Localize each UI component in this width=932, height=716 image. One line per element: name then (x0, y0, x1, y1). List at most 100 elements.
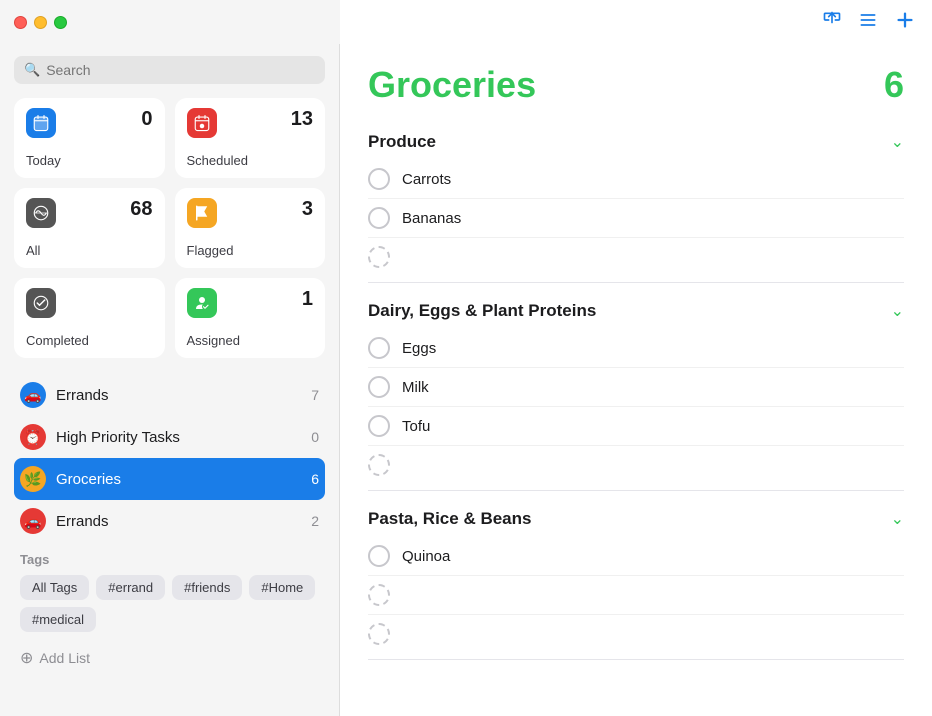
task-pasta-empty-1 (368, 576, 904, 615)
smart-card-assigned[interactable]: 1 Assigned (175, 278, 326, 358)
search-bar[interactable]: 🔍 (14, 56, 325, 84)
task-tofu: Tofu (368, 407, 904, 446)
task-produce-empty (368, 238, 904, 276)
task-tofu-checkbox[interactable] (368, 415, 390, 437)
group-dairy-header[interactable]: Dairy, Eggs & Plant Proteins ⌄ (368, 295, 904, 329)
smart-card-scheduled[interactable]: 13 Scheduled (175, 98, 326, 178)
group-produce: Produce ⌄ Carrots Bananas (368, 126, 904, 283)
tags-section: Tags All Tags #errand #friends #Home #me… (14, 552, 325, 632)
tag-home[interactable]: #Home (249, 575, 315, 600)
task-carrots-checkbox[interactable] (368, 168, 390, 190)
task-milk-checkbox[interactable] (368, 376, 390, 398)
pasta-chevron-icon: ⌄ (891, 509, 904, 529)
minimize-button[interactable] (34, 16, 47, 29)
traffic-lights (14, 16, 67, 29)
lines-icon[interactable] (858, 10, 878, 35)
lists-section: 🚗 Errands 7 ⏰ High Priority Tasks 0 🌿 Gr… (14, 374, 325, 542)
group-pasta: Pasta, Rice & Beans ⌄ Quinoa (368, 503, 904, 660)
today-icon (26, 108, 56, 138)
search-input[interactable] (46, 62, 315, 78)
produce-chevron-icon: ⌄ (891, 132, 904, 152)
groceries-label: Groceries (56, 471, 301, 488)
scheduled-label: Scheduled (187, 153, 314, 168)
add-list-label: Add List (39, 650, 90, 666)
smart-card-flagged[interactable]: 3 Flagged (175, 188, 326, 268)
errands-1-icon: 🚗 (20, 382, 46, 408)
task-pasta-empty-2-checkbox[interactable] (368, 623, 390, 645)
tags-title: Tags (14, 552, 325, 567)
smart-card-completed[interactable]: Completed (14, 278, 165, 358)
task-bananas-label: Bananas (402, 210, 461, 227)
add-list-button[interactable]: ⊕ Add List (14, 638, 325, 678)
tag-all-tags[interactable]: All Tags (20, 575, 89, 600)
task-quinoa: Quinoa (368, 537, 904, 576)
groceries-icon: 🌿 (20, 466, 46, 492)
flagged-count: 3 (302, 198, 313, 221)
tag-friends[interactable]: #friends (172, 575, 242, 600)
list-total-count: 6 (884, 64, 904, 106)
task-dairy-empty-checkbox[interactable] (368, 454, 390, 476)
search-icon: 🔍 (24, 62, 40, 78)
errands-1-label: Errands (56, 387, 301, 404)
completed-icon (26, 288, 56, 318)
errands-2-count: 2 (311, 513, 319, 529)
high-priority-count: 0 (311, 429, 319, 445)
close-button[interactable] (14, 16, 27, 29)
sidebar-item-groceries[interactable]: 🌿 Groceries 6 (14, 458, 325, 500)
task-carrots-label: Carrots (402, 171, 451, 188)
task-quinoa-label: Quinoa (402, 548, 450, 565)
group-dairy-title: Dairy, Eggs & Plant Proteins (368, 301, 596, 321)
today-count: 0 (141, 108, 152, 131)
task-eggs: Eggs (368, 329, 904, 368)
sidebar-item-high-priority[interactable]: ⏰ High Priority Tasks 0 (14, 416, 325, 458)
dairy-chevron-icon: ⌄ (891, 301, 904, 321)
maximize-button[interactable] (54, 16, 67, 29)
task-pasta-empty-1-checkbox[interactable] (368, 584, 390, 606)
scheduled-icon (187, 108, 217, 138)
flagged-label: Flagged (187, 243, 314, 258)
high-priority-label: High Priority Tasks (56, 429, 301, 446)
all-label: All (26, 243, 153, 258)
sidebar-item-errands-1[interactable]: 🚗 Errands 7 (14, 374, 325, 416)
share-icon[interactable] (822, 10, 842, 35)
task-dairy-empty (368, 446, 904, 484)
errands-2-icon: 🚗 (20, 508, 46, 534)
smart-grid: 0 Today 13 (14, 98, 325, 358)
main-toolbar (340, 0, 932, 44)
errands-1-count: 7 (311, 387, 319, 403)
list-title: Groceries (368, 64, 536, 106)
task-milk-label: Milk (402, 379, 429, 396)
tags-grid: All Tags #errand #friends #Home #medical (14, 575, 325, 632)
tag-medical[interactable]: #medical (20, 607, 96, 632)
tag-errand[interactable]: #errand (96, 575, 165, 600)
completed-label: Completed (26, 333, 153, 348)
sidebar: 🔍 0 (0, 0, 340, 716)
assigned-label: Assigned (187, 333, 314, 348)
all-count: 68 (130, 198, 152, 221)
smart-card-today[interactable]: 0 Today (14, 98, 165, 178)
group-pasta-title: Pasta, Rice & Beans (368, 509, 531, 529)
plus-icon[interactable] (894, 9, 916, 36)
task-eggs-label: Eggs (402, 340, 436, 357)
errands-2-label: Errands (56, 513, 301, 530)
task-milk: Milk (368, 368, 904, 407)
task-eggs-checkbox[interactable] (368, 337, 390, 359)
group-dairy: Dairy, Eggs & Plant Proteins ⌄ Eggs Milk… (368, 295, 904, 491)
groceries-count: 6 (311, 471, 319, 487)
list-title-row: Groceries 6 (368, 64, 904, 106)
task-carrots: Carrots (368, 160, 904, 199)
task-produce-empty-checkbox[interactable] (368, 246, 390, 268)
scheduled-count: 13 (291, 108, 313, 131)
sidebar-item-errands-2[interactable]: 🚗 Errands 2 (14, 500, 325, 542)
add-list-icon: ⊕ (20, 648, 33, 668)
task-quinoa-checkbox[interactable] (368, 545, 390, 567)
task-bananas-checkbox[interactable] (368, 207, 390, 229)
assigned-count: 1 (302, 288, 313, 311)
assigned-icon (187, 288, 217, 318)
main-content: Groceries 6 Produce ⌄ Carrots Bananas (340, 0, 932, 716)
smart-card-all[interactable]: 68 All (14, 188, 165, 268)
group-produce-header[interactable]: Produce ⌄ (368, 126, 904, 160)
group-pasta-header[interactable]: Pasta, Rice & Beans ⌄ (368, 503, 904, 537)
today-label: Today (26, 153, 153, 168)
task-pasta-empty-2 (368, 615, 904, 653)
